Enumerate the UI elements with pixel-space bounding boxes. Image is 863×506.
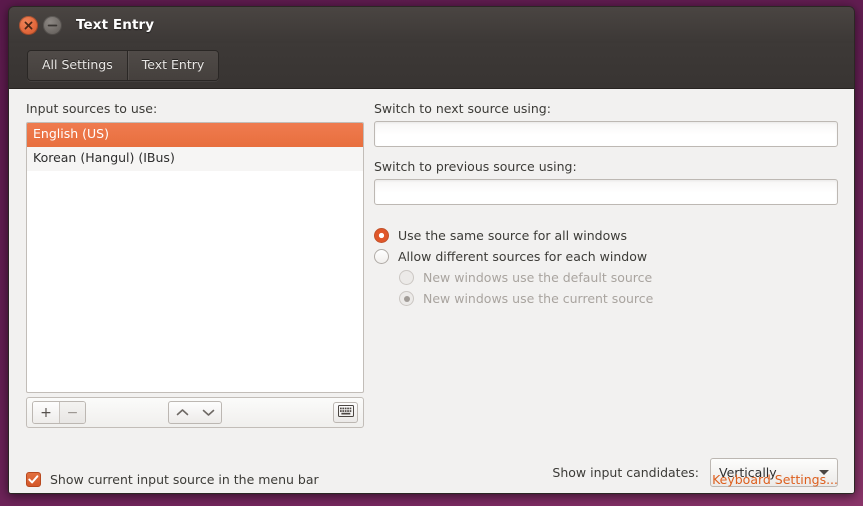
- show-keyboard-layout-button[interactable]: [333, 402, 358, 423]
- radio-new-windows-default-source: New windows use the default source: [374, 267, 838, 288]
- checkbox-icon: [26, 472, 41, 487]
- move-down-button[interactable]: [195, 402, 221, 423]
- source-scope-radio-group: Use the same source for all windows Allo…: [374, 225, 838, 309]
- move-up-button[interactable]: [169, 402, 195, 423]
- add-remove-button-group: + −: [32, 401, 86, 424]
- settings-tab-group: All Settings Text Entry: [27, 50, 220, 81]
- show-in-menu-bar-checkbox[interactable]: Show current input source in the menu ba…: [26, 472, 319, 487]
- radio-button-icon: [399, 291, 414, 306]
- radio-button-icon: [374, 249, 389, 264]
- previous-source-input[interactable]: [374, 179, 838, 205]
- show-in-menu-bar-label: Show current input source in the menu ba…: [50, 472, 319, 487]
- chevron-up-icon: [176, 405, 189, 420]
- input-sources-label: Input sources to use:: [26, 101, 158, 116]
- title-bar: Text Entry: [9, 7, 854, 43]
- radio-different-sources-each-window[interactable]: Allow different sources for each window: [374, 246, 838, 267]
- radio-label: Allow different sources for each window: [398, 249, 648, 264]
- move-button-group: [168, 401, 222, 424]
- switching-options-panel: Switch to next source using: Switch to p…: [374, 101, 838, 309]
- radio-button-icon: [374, 228, 389, 243]
- input-sources-list[interactable]: English (US) Korean (Hangul) (IBus): [26, 122, 364, 393]
- chevron-down-icon: [202, 405, 215, 420]
- text-entry-window: Text Entry All Settings Text Entry Input…: [8, 6, 855, 494]
- toolbar: All Settings Text Entry: [9, 43, 854, 89]
- close-icon[interactable]: [19, 15, 38, 35]
- radio-label: Use the same source for all windows: [398, 228, 627, 243]
- remove-source-button[interactable]: −: [59, 402, 85, 423]
- radio-same-source-all-windows[interactable]: Use the same source for all windows: [374, 225, 838, 246]
- radio-label: New windows use the default source: [423, 270, 653, 285]
- radio-new-windows-current-source: New windows use the current source: [374, 288, 838, 309]
- footer-row: Show current input source in the menu ba…: [26, 472, 838, 487]
- add-source-button[interactable]: +: [33, 402, 59, 423]
- keyboard-icon: [337, 405, 354, 420]
- keyboard-settings-link[interactable]: Keyboard Settings...: [712, 472, 838, 487]
- tab-all-settings[interactable]: All Settings: [28, 51, 127, 80]
- tab-text-entry[interactable]: Text Entry: [126, 51, 219, 80]
- previous-source-label: Switch to previous source using:: [374, 159, 577, 174]
- radio-button-icon: [399, 270, 414, 285]
- input-sources-panel: Input sources to use: English (US) Korea…: [26, 101, 364, 428]
- next-source-label: Switch to next source using:: [374, 101, 551, 116]
- content-area: Input sources to use: English (US) Korea…: [9, 89, 854, 493]
- input-sources-toolbar: + −: [26, 397, 364, 428]
- list-item[interactable]: English (US): [27, 123, 363, 147]
- radio-label: New windows use the current source: [423, 291, 654, 306]
- list-item[interactable]: Korean (Hangul) (IBus): [27, 146, 363, 171]
- next-source-input[interactable]: [374, 121, 838, 147]
- minimize-icon[interactable]: [43, 15, 62, 35]
- window-title: Text Entry: [76, 17, 155, 33]
